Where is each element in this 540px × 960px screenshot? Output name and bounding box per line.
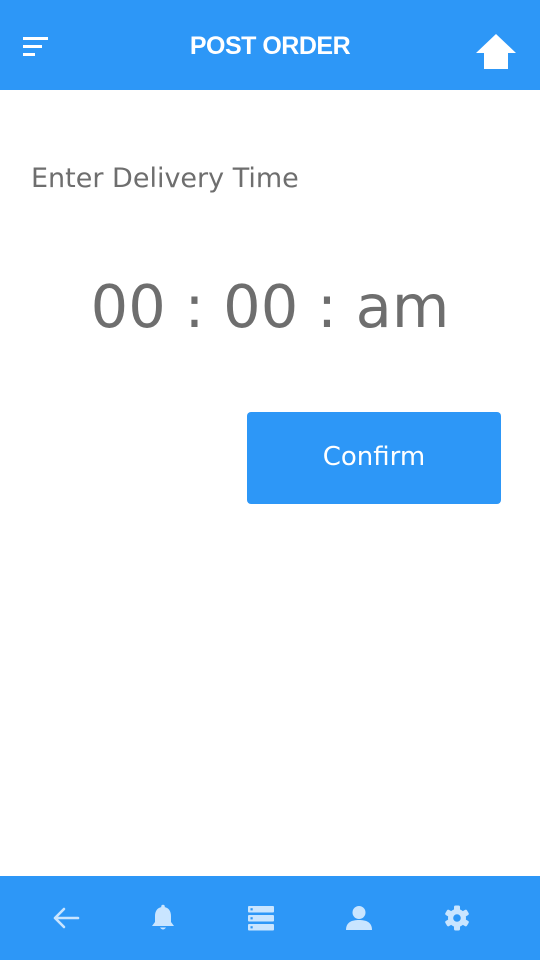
time-separator: : <box>317 272 337 341</box>
home-button[interactable] <box>472 30 520 72</box>
gear-icon <box>445 905 469 931</box>
nav-back[interactable] <box>46 898 86 938</box>
page-title: POST ORDER <box>189 32 351 60</box>
menu-button[interactable] <box>18 28 54 64</box>
nav-notifications[interactable] <box>143 898 183 938</box>
back-arrow-icon <box>53 907 80 929</box>
minutes-value[interactable]: 00 <box>223 272 298 341</box>
orders-list-icon <box>248 906 274 931</box>
hours-value[interactable]: 00 <box>91 272 166 341</box>
user-icon <box>346 906 372 930</box>
home-icon <box>476 34 516 69</box>
nav-orders[interactable] <box>241 898 281 938</box>
top-app-bar: POST ORDER <box>0 0 540 90</box>
nav-profile[interactable] <box>339 898 379 938</box>
delivery-time-label: Enter Delivery Time <box>31 163 299 194</box>
period-value[interactable]: am <box>356 272 450 341</box>
time-picker[interactable]: 00 : 00 : am <box>0 272 540 341</box>
bottom-navigation <box>0 876 540 960</box>
nav-settings[interactable] <box>437 898 477 938</box>
menu-icon <box>23 37 48 56</box>
bell-icon <box>152 904 174 930</box>
confirm-button[interactable]: Confirm <box>247 412 501 504</box>
time-separator: : <box>184 272 205 341</box>
